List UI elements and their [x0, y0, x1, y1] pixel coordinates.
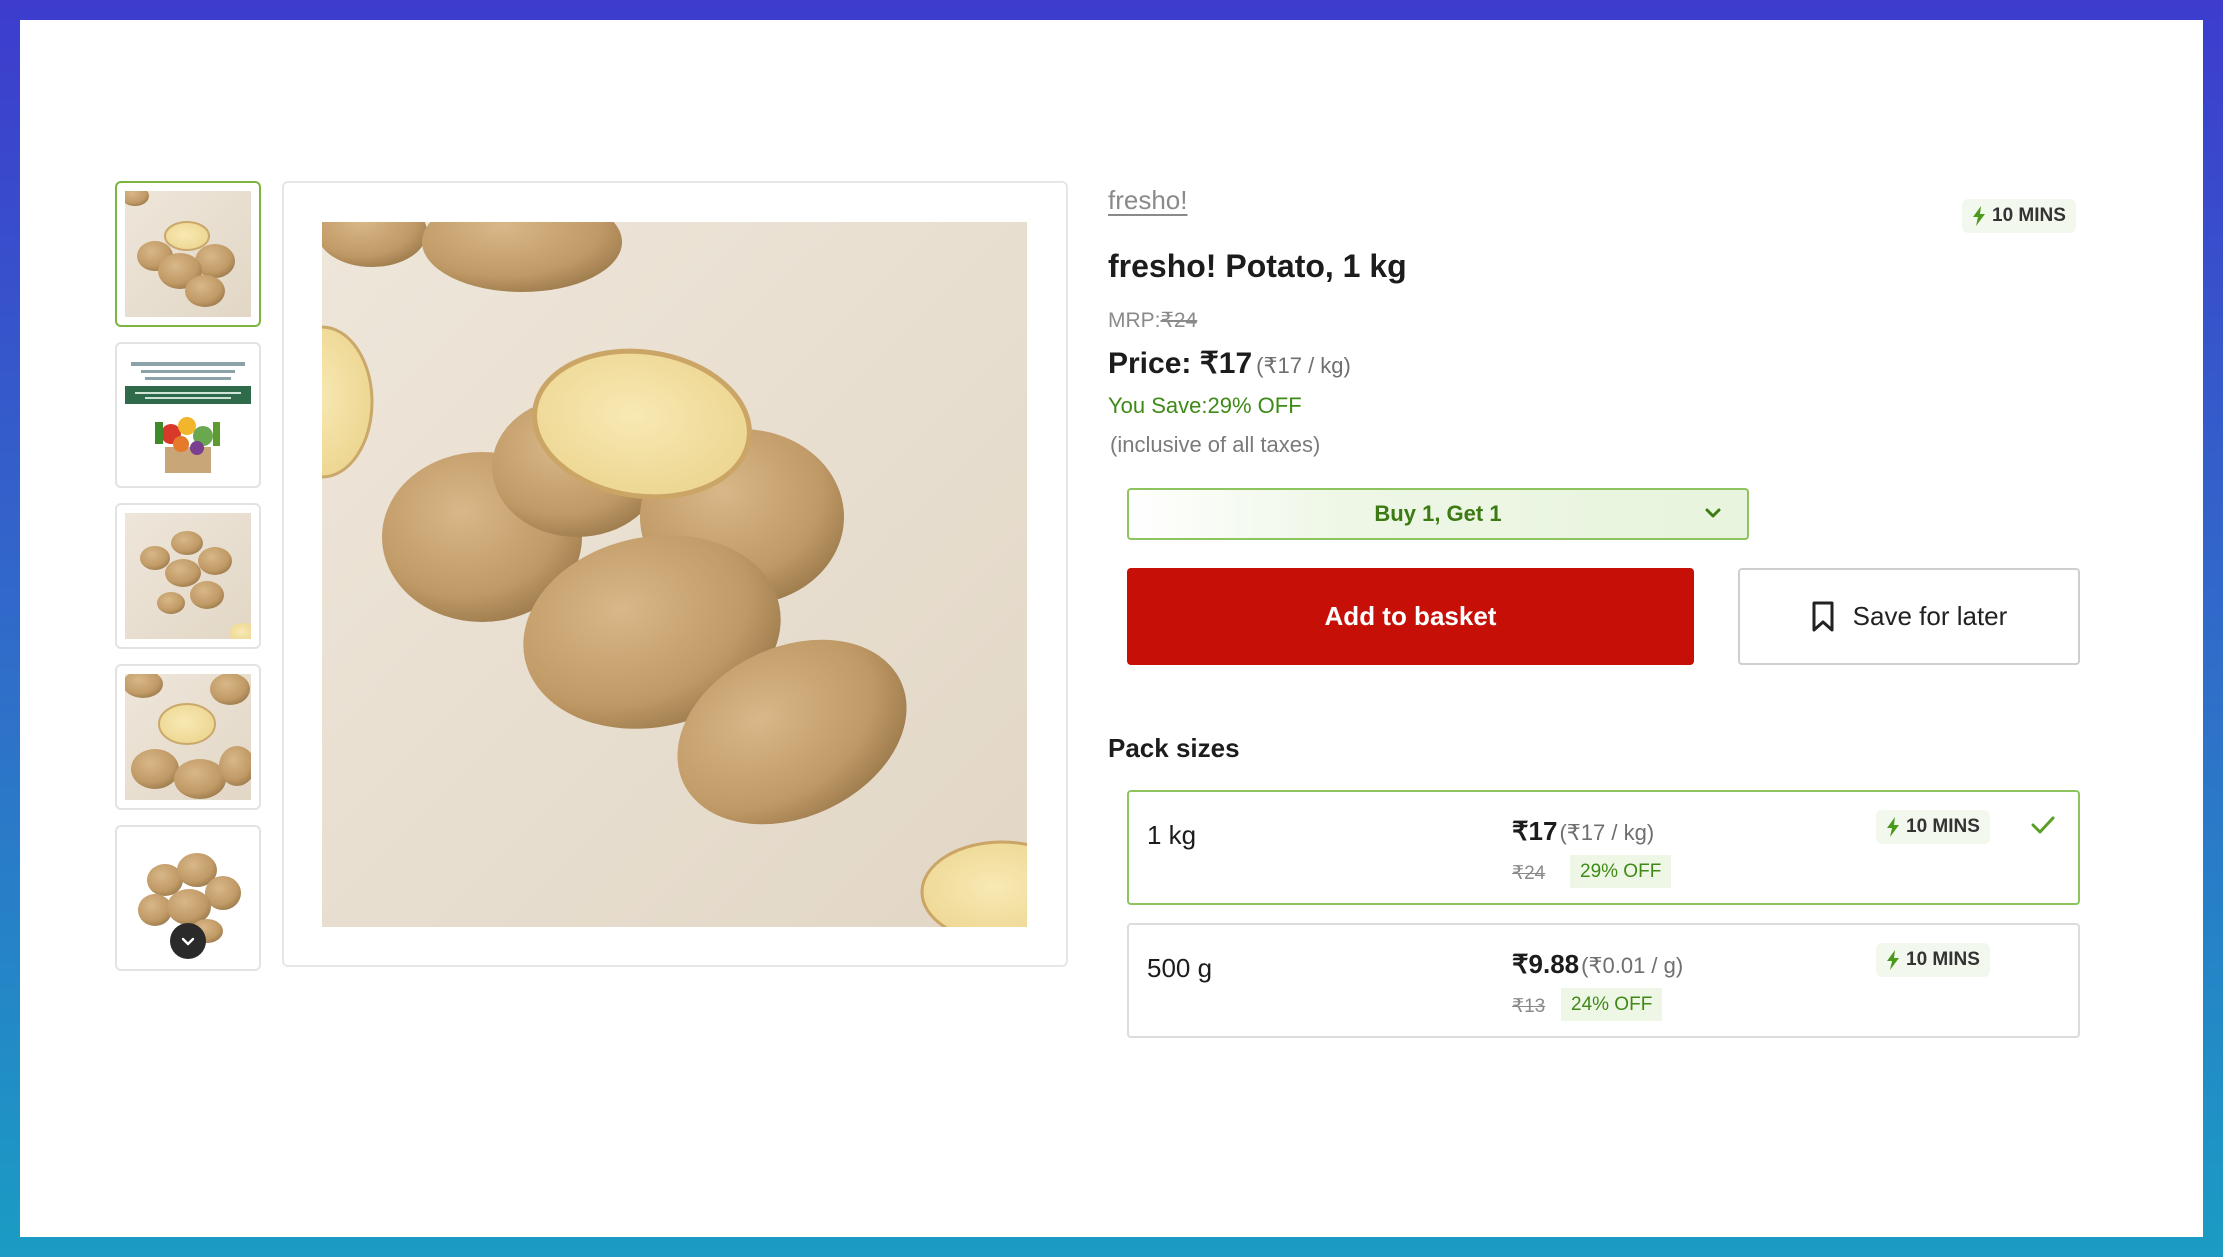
brand-link[interactable]: fresho!: [1108, 185, 1188, 216]
savings-label: You Save:: [1108, 393, 1208, 418]
potato-thumbnail-image: [125, 513, 251, 639]
lightning-icon: [1973, 206, 1985, 226]
thumbnail-2[interactable]: [115, 342, 261, 488]
mrp-value: ₹24: [1160, 309, 1198, 332]
pack-eta-badge: 10 MINS: [1876, 943, 1990, 977]
mrp-label: MRP:: [1108, 309, 1161, 332]
delivery-eta-text: 10 MINS: [1992, 205, 2066, 226]
pack-mrp: ₹24: [1512, 863, 1546, 884]
pack-size-label: 1 kg: [1147, 820, 1197, 850]
lightning-icon: [1887, 817, 1899, 837]
add-to-basket-button[interactable]: Add to basket: [1127, 568, 1694, 665]
pack-eta-badge: 10 MINS: [1876, 810, 1990, 844]
pack-price-per-unit: (₹0.01 / g): [1581, 953, 1684, 978]
main-product-image: [322, 222, 1027, 927]
thumbnails-scroll-down-button[interactable]: [170, 923, 206, 959]
chevron-down-icon: [1705, 508, 1721, 518]
pack-price-value: ₹9.88: [1512, 949, 1580, 979]
save-for-later-button[interactable]: Save for later: [1738, 568, 2080, 665]
potato-thumbnail-image: [125, 191, 251, 317]
pack-price: ₹17(₹17 / kg): [1512, 816, 1654, 847]
main-product-image-frame: [282, 181, 1068, 967]
pack-size-option[interactable]: 1 kg ₹17(₹17 / kg) ₹24 29% OFF 10 MINS: [1127, 790, 2080, 905]
pack-discount-badge: 29% OFF: [1570, 855, 1672, 888]
pack-price-per-unit: (₹17 / kg): [1559, 820, 1655, 845]
mrp-line: MRP:₹24: [1108, 308, 1197, 333]
savings-line: You Save:29% OFF: [1108, 393, 1302, 419]
pack-mrp: ₹13: [1512, 996, 1546, 1017]
price-per-unit: (₹17 / kg): [1256, 353, 1351, 378]
chevron-down-icon: [181, 937, 195, 946]
lightning-icon: [1887, 950, 1899, 970]
checkmark-icon: [2031, 816, 2055, 834]
pack-size-label: 500 g: [1147, 953, 1213, 983]
price-value: Price: ₹17: [1108, 347, 1253, 380]
thumbnail-3[interactable]: [115, 503, 261, 649]
pack-sizes-heading: Pack sizes: [1108, 733, 1240, 763]
pack-price-value: ₹17: [1512, 816, 1558, 846]
thumbnail-1[interactable]: [115, 181, 261, 327]
save-for-later-label: Save for later: [1852, 601, 2008, 631]
thumbnail-5[interactable]: [115, 825, 261, 971]
delivery-eta-badge: 10 MINS: [1962, 199, 2076, 233]
tax-note: (inclusive of all taxes): [1110, 432, 1321, 457]
savings-value: 29% OFF: [1207, 393, 1302, 418]
produce-info-thumbnail-image: [125, 352, 251, 478]
product-title: fresho! Potato, 1 kg: [1108, 248, 1407, 284]
pack-discount-badge: 24% OFF: [1561, 988, 1663, 1021]
add-to-basket-label: Add to basket: [1324, 601, 1497, 631]
price-line: Price: ₹17 (₹17 / kg): [1108, 346, 1351, 381]
pack-eta-text: 10 MINS: [1906, 816, 1980, 837]
thumbnail-4[interactable]: [115, 664, 261, 810]
pack-price: ₹9.88(₹0.01 / g): [1512, 949, 1683, 980]
pack-size-option[interactable]: 500 g ₹9.88(₹0.01 / g) ₹13 24% OFF 10 MI…: [1127, 923, 2080, 1038]
offer-label: Buy 1, Get 1: [1374, 501, 1502, 526]
bookmark-icon: [1812, 601, 1834, 631]
offer-dropdown[interactable]: Buy 1, Get 1: [1127, 488, 1749, 540]
potato-thumbnail-image: [125, 674, 251, 800]
pack-eta-text: 10 MINS: [1906, 949, 1980, 970]
